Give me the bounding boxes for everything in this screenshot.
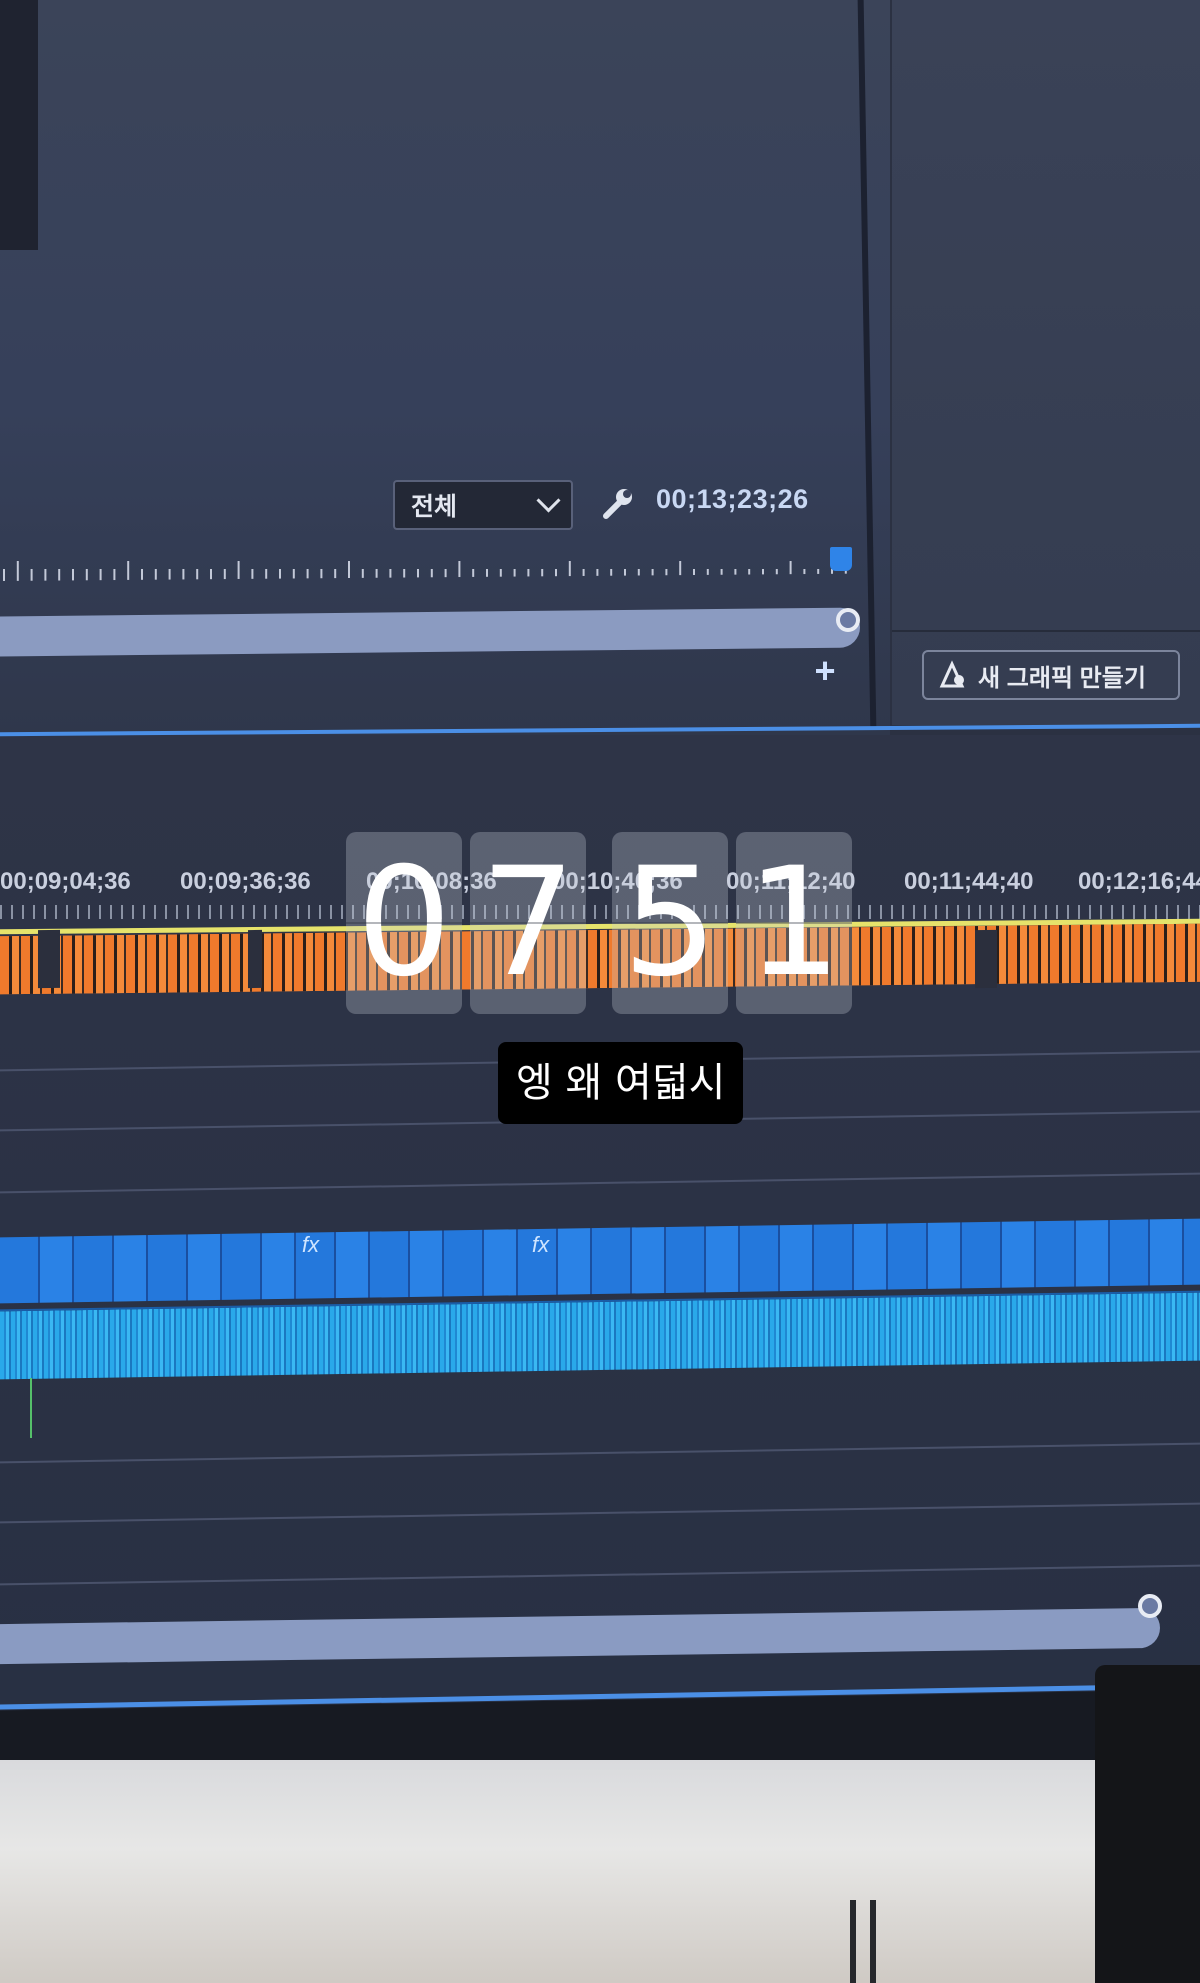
monitor-stand xyxy=(1095,1665,1200,1983)
new-graphic-button[interactable]: 새 그래픽 만들기 xyxy=(922,650,1180,700)
fit-zoom-select[interactable]: 전체 xyxy=(393,480,573,530)
fx-badge: fx xyxy=(302,1232,320,1257)
story-caption: 엥 왜 여덟시 xyxy=(498,1042,744,1124)
edit-marker xyxy=(30,1378,32,1438)
fit-zoom-value: 전체 xyxy=(411,493,458,521)
desk-surface xyxy=(0,1760,1200,1983)
chevron-down-icon xyxy=(536,488,561,513)
essential-graphics-panel xyxy=(892,0,1200,725)
video-preview xyxy=(0,0,38,250)
ruler-timecode: 00;09;36;36 xyxy=(180,868,311,895)
cable xyxy=(850,1900,856,1983)
cable xyxy=(870,1900,876,1983)
new-graphic-label: 새 그래픽 만들기 xyxy=(978,664,1146,692)
clip-gap xyxy=(38,929,60,989)
scrollbar-handle[interactable] xyxy=(1138,1594,1162,1618)
scrollbar-handle[interactable] xyxy=(836,608,860,632)
ruler-timecode: 00;11;44;40 xyxy=(904,868,1034,895)
ruler-timecode: 00;09;04;36 xyxy=(0,868,131,895)
wrench-icon[interactable] xyxy=(598,486,638,522)
playhead-marker[interactable] xyxy=(830,547,852,571)
clock-digit: 5 xyxy=(612,832,728,1014)
monitor-time-ruler[interactable] xyxy=(0,555,860,595)
clip-gap xyxy=(975,929,997,989)
panel-separator xyxy=(892,630,1200,632)
clip-gap xyxy=(248,929,262,989)
flip-clock: 0 7 5 1 xyxy=(346,832,852,1014)
new-graphic-icon xyxy=(939,660,965,688)
clock-digit: 7 xyxy=(470,832,586,1014)
clock-digit: 1 xyxy=(736,832,852,1014)
fx-badge: fx xyxy=(532,1232,550,1257)
add-button[interactable]: + xyxy=(810,653,840,689)
ruler-timecode: 00;12;16;44 xyxy=(1078,868,1200,895)
clock-digit: 0 xyxy=(346,832,462,1014)
playhead-timecode[interactable]: 00;13;23;26 xyxy=(656,484,809,515)
